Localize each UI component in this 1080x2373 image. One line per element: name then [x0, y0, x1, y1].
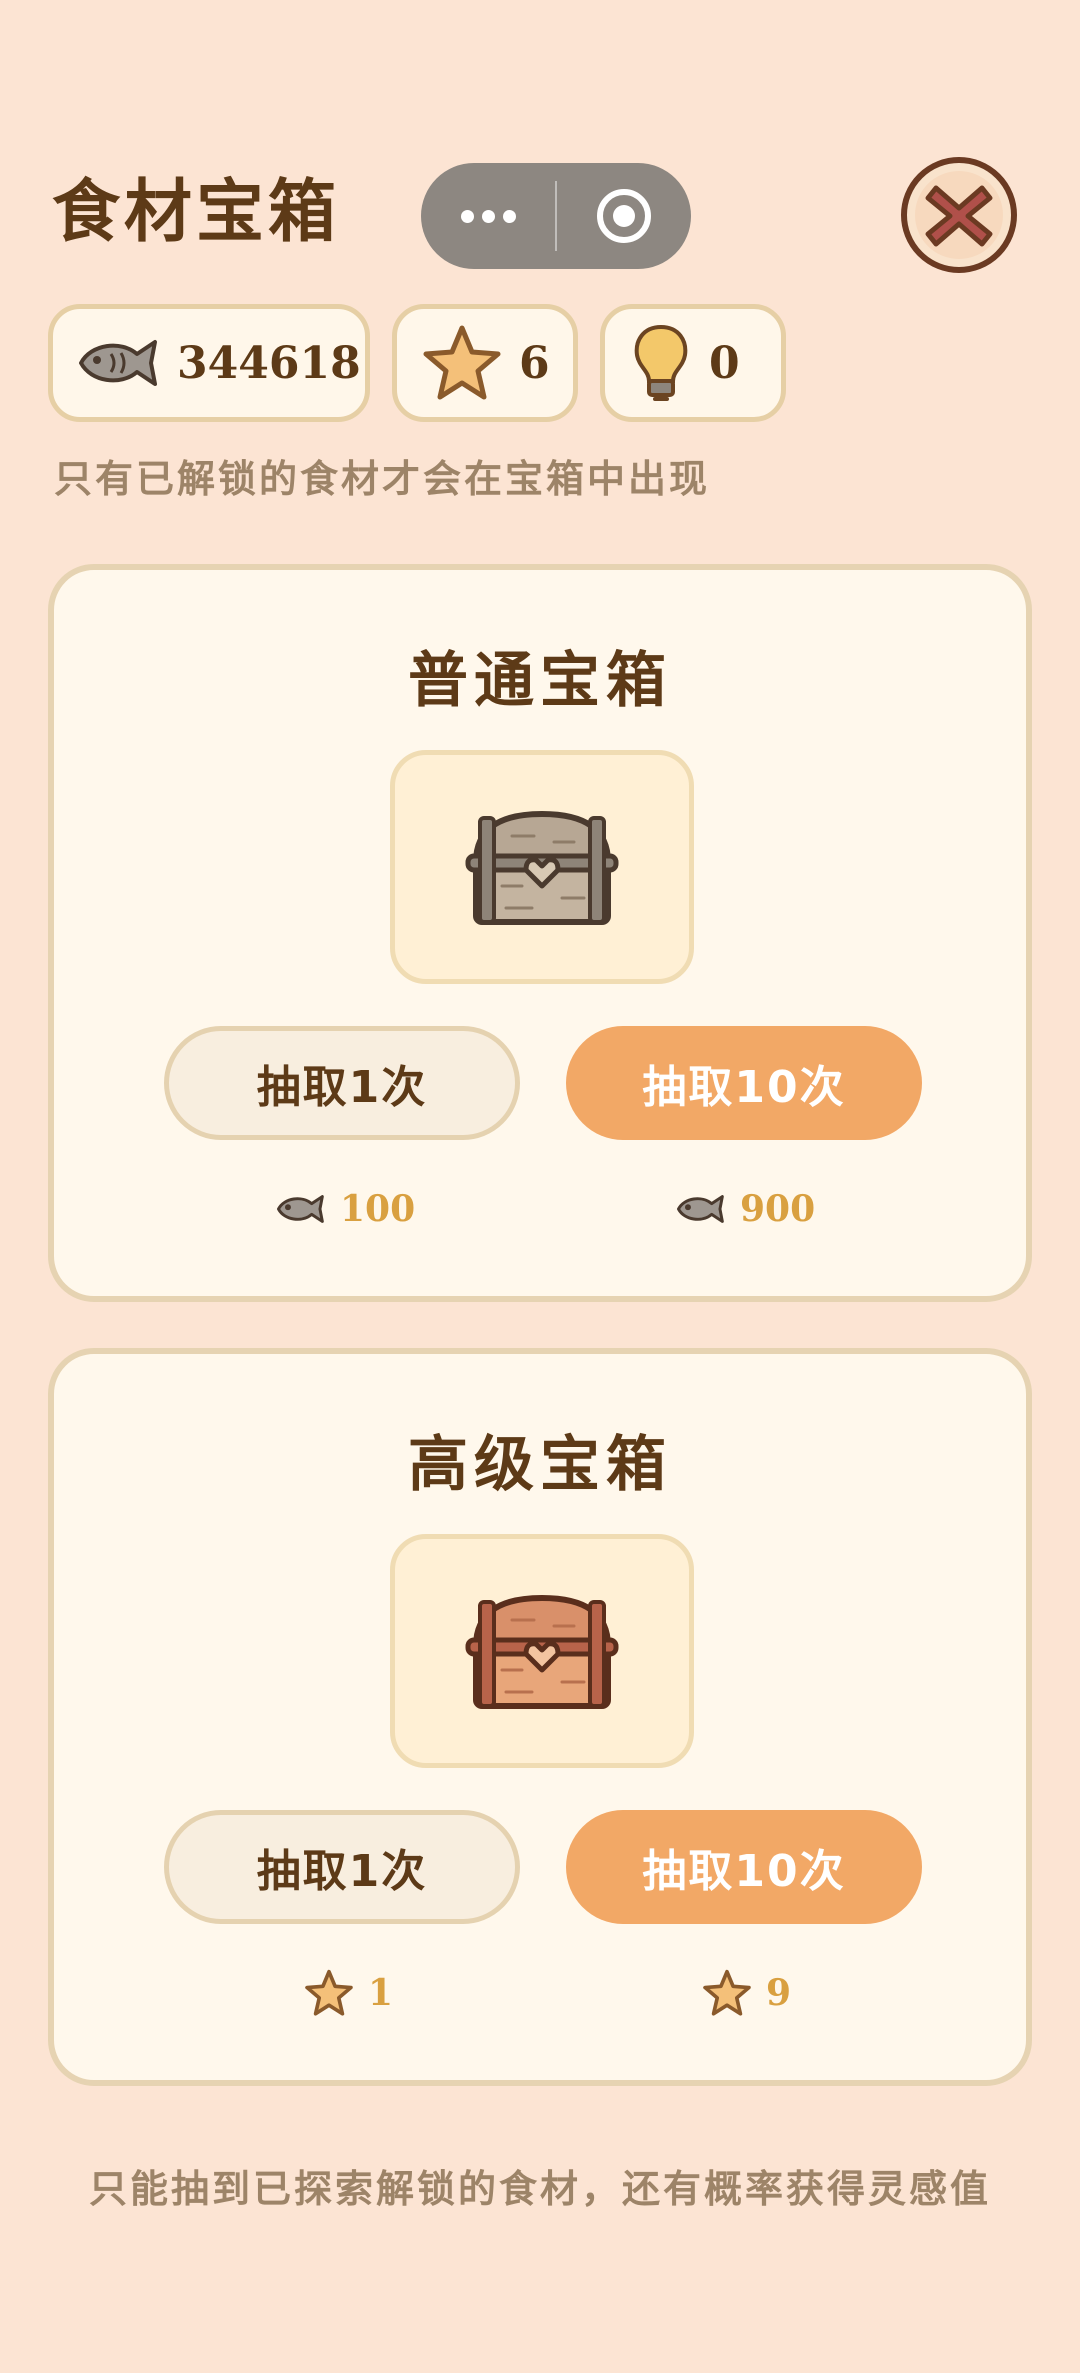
star-icon — [305, 1969, 353, 2016]
fish-icon — [277, 1195, 324, 1223]
cost-value: 1 — [368, 1972, 394, 2014]
advanced-chest-card: 高级宝箱 抽取1次 抽取10次 1 9 — [48, 1348, 1032, 2086]
cost-value: 100 — [340, 1188, 416, 1230]
exit-button[interactable] — [556, 163, 691, 269]
treasure-chest-icon — [465, 811, 619, 925]
advanced-draw-one-cost: 1 — [304, 1966, 393, 2020]
advanced-draw-ten-button[interactable]: 抽取10次 — [566, 1810, 922, 1924]
miniprogram-capsule — [421, 163, 691, 269]
more-button[interactable] — [421, 163, 556, 269]
fish-count: 344618 — [177, 337, 361, 389]
star-currency-pill: 6 — [392, 304, 578, 422]
target-icon — [596, 189, 651, 243]
unlock-hint: 只有已解锁的食材才会在宝箱中出现 — [54, 457, 711, 501]
star-icon — [703, 1969, 751, 2016]
fish-icon — [676, 1195, 724, 1223]
normal-chest-title: 普通宝箱 — [408, 646, 672, 716]
capsule-divider — [555, 181, 557, 251]
advanced-draw-ten-cost: 9 — [702, 1966, 791, 2020]
normal-draw-one-cost: 100 — [276, 1182, 415, 1236]
normal-chest-card: 普通宝箱 抽取1次 抽取10次 100 900 — [48, 564, 1032, 1302]
close-button[interactable] — [900, 156, 1018, 274]
star-count: 6 — [519, 337, 550, 389]
fish-currency-pill: 344618 — [48, 304, 370, 422]
normal-draw-ten-cost: 900 — [676, 1182, 815, 1236]
normal-chest-image — [390, 750, 694, 984]
cost-value: 900 — [740, 1188, 816, 1230]
advanced-chest-image — [390, 1534, 694, 1768]
bulb-count: 0 — [709, 337, 740, 389]
bulb-currency-pill: 0 — [600, 304, 786, 422]
normal-draw-one-button[interactable]: 抽取1次 — [164, 1026, 520, 1140]
footer-hint: 只能抽到已探索解锁的食材，还有概率获得灵感值 — [88, 2167, 991, 2211]
star-icon — [423, 325, 501, 400]
advanced-draw-one-button[interactable]: 抽取1次 — [164, 1810, 520, 1924]
close-icon — [901, 157, 1017, 273]
normal-draw-ten-button[interactable]: 抽取10次 — [566, 1026, 922, 1140]
advanced-chest-title: 高级宝箱 — [408, 1430, 672, 1500]
fish-icon — [79, 340, 157, 386]
more-dots-icon — [461, 209, 516, 223]
lightbulb-icon — [634, 324, 688, 401]
page-title: 食材宝箱 — [52, 173, 341, 252]
treasure-chest-icon — [465, 1595, 619, 1709]
cost-value: 9 — [766, 1972, 792, 2014]
